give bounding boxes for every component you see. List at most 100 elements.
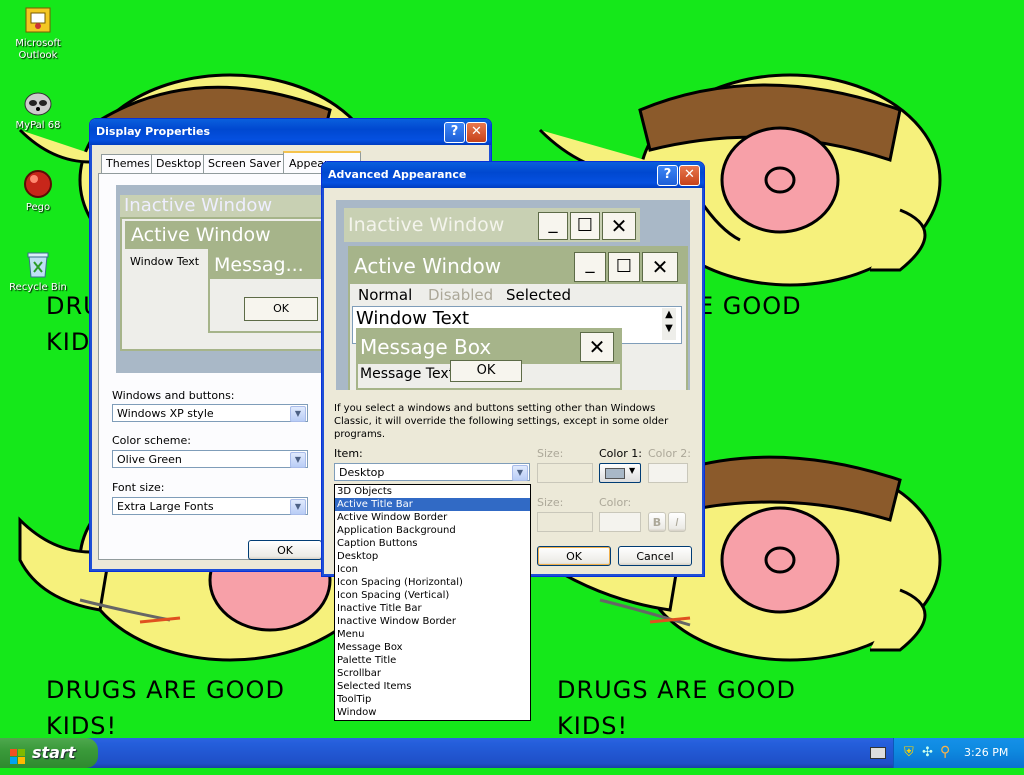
list-item[interactable]: Selected Items: [335, 680, 530, 693]
color-scheme-label: Color scheme:: [112, 434, 191, 447]
color1-label: Color 1:: [599, 447, 642, 460]
help-button[interactable]: ?: [657, 165, 678, 186]
info-text: If you select a windows and buttons sett…: [334, 403, 669, 440]
preview-ok-button: OK: [244, 297, 318, 321]
system-tray: ⛨ ✣ ⚲ 3:26 PM: [893, 738, 1024, 768]
desktop-icon-outlook[interactable]: Microsoft Outlook: [0, 4, 76, 62]
network-icon[interactable]: ✣: [922, 745, 933, 760]
desktop-icon-pego[interactable]: Pego: [0, 168, 76, 214]
advanced-preview: Inactive Window _ ☐ ✕ Active Window _ ☐ …: [336, 200, 690, 390]
color2-label: Color 2:: [648, 447, 691, 460]
color-scheme-select[interactable]: Olive Green ▼: [112, 450, 308, 468]
item-select[interactable]: Desktop ▼: [334, 463, 530, 481]
list-item[interactable]: ToolTip: [335, 693, 530, 706]
preview-menu-disabled: Disabled: [428, 286, 494, 304]
advanced-cancel-button[interactable]: Cancel: [618, 546, 692, 566]
list-item[interactable]: Caption Buttons: [335, 537, 530, 550]
font-color-label: Color:: [599, 496, 632, 509]
item-size-spinner[interactable]: [537, 463, 593, 483]
display-properties-titlebar[interactable]: Display Properties ? ✕: [90, 119, 491, 145]
list-item[interactable]: Application Background: [335, 524, 530, 537]
list-item[interactable]: Icon: [335, 563, 530, 576]
list-item[interactable]: Icon Spacing (Vertical): [335, 589, 530, 602]
desktop-icon-mypal[interactable]: MyPal 68: [0, 86, 76, 132]
close-icon: ✕: [642, 252, 678, 282]
close-button[interactable]: ✕: [466, 122, 487, 143]
desktop-icon-recycle-bin[interactable]: Recycle Bin: [0, 248, 76, 294]
wallpaper-text-bottom-right: DRUGS ARE GOOD KIDS!: [557, 676, 796, 740]
recycle-bin-icon: [22, 248, 54, 280]
font-size-label: Font size:: [112, 481, 165, 494]
display-ok-button[interactable]: OK: [248, 540, 322, 560]
wallpaper-text-bottom-left: DRUGS ARE GOOD KIDS!: [46, 676, 285, 740]
close-icon: ✕: [580, 332, 614, 362]
taskbar: start ⛨ ✣ ⚲ 3:26 PM: [0, 738, 1024, 768]
chevron-down-icon: ▼: [629, 466, 636, 475]
list-item[interactable]: Scrollbar: [335, 667, 530, 680]
color2-button[interactable]: [648, 463, 688, 483]
font-size-label: Size:: [537, 496, 564, 509]
minimize-icon: _: [538, 212, 568, 240]
tab-screen-saver[interactable]: Screen Saver: [203, 154, 286, 173]
windows-logo-icon: [10, 745, 26, 764]
list-item[interactable]: Active Window Border: [335, 511, 530, 524]
preview-message-box: Messag...: [210, 251, 326, 279]
color-swatch: [605, 468, 625, 479]
preview-window-text: Window Text: [130, 255, 200, 268]
list-item[interactable]: Palette Title: [335, 654, 530, 667]
list-item[interactable]: Menu: [335, 628, 530, 641]
chevron-down-icon: ▼: [290, 499, 306, 515]
list-item[interactable]: Inactive Title Bar: [335, 602, 530, 615]
mypal-raccoon-icon: [22, 86, 54, 118]
pego-icon: [22, 168, 54, 200]
color1-button[interactable]: ▼: [599, 463, 641, 483]
appearance-preview: Inactive Window Active Window Window Tex…: [116, 185, 326, 373]
outlook-icon: [22, 4, 54, 36]
font-size-select[interactable]: [537, 512, 593, 532]
keyboard-icon[interactable]: [870, 747, 886, 759]
wallpaper-text-partial-right: E GOOD: [698, 292, 802, 320]
security-shield-icon[interactable]: ⛨: [904, 745, 914, 760]
close-button[interactable]: ✕: [679, 165, 700, 186]
preview-menu-selected: Selected: [506, 286, 572, 304]
maximize-icon: ☐: [608, 252, 640, 282]
clock[interactable]: 3:26 PM: [964, 746, 1008, 759]
close-icon: ✕: [602, 212, 636, 240]
item-label: Item:: [334, 447, 363, 460]
preview-menu-normal: Normal: [358, 286, 413, 304]
preview-inactive-window: Inactive Window: [120, 195, 324, 217]
advanced-appearance-titlebar[interactable]: Advanced Appearance ? ✕: [322, 162, 704, 188]
help-button[interactable]: ?: [444, 122, 465, 143]
list-item[interactable]: Active Title Bar: [335, 498, 530, 511]
list-item[interactable]: 3D Objects: [335, 485, 530, 498]
preview-message-text: Message Text: [360, 366, 455, 382]
list-item[interactable]: Icon Spacing (Horizontal): [335, 576, 530, 589]
start-button[interactable]: start: [0, 738, 98, 768]
list-item[interactable]: Inactive Window Border: [335, 615, 530, 628]
chevron-down-icon: ▼: [290, 452, 306, 468]
preview-scrollbar: ▲ ▼: [662, 308, 676, 340]
italic-button[interactable]: I: [668, 512, 686, 532]
preview-active-window: Active Window: [125, 221, 326, 249]
item-size-label: Size:: [537, 447, 564, 460]
preview-inactive-window: Inactive Window: [348, 214, 505, 236]
font-size-select[interactable]: Extra Large Fonts ▼: [112, 497, 308, 515]
chevron-down-icon: ▼: [512, 465, 528, 481]
bold-button[interactable]: B: [648, 512, 666, 532]
tab-themes[interactable]: Themes: [101, 154, 155, 173]
list-item[interactable]: Desktop: [335, 550, 530, 563]
chevron-down-icon: ▼: [290, 406, 306, 422]
minimize-icon: _: [574, 252, 606, 282]
font-color-button[interactable]: [599, 512, 641, 532]
maximize-icon: ☐: [570, 212, 600, 240]
windows-buttons-select[interactable]: Windows XP style ▼: [112, 404, 308, 422]
tab-desktop[interactable]: Desktop: [151, 154, 207, 173]
search-icon[interactable]: ⚲: [940, 744, 950, 760]
advanced-ok-button[interactable]: OK: [537, 546, 611, 566]
preview-ok-button: OK: [450, 360, 522, 382]
preview-window-text: Window Text: [356, 308, 470, 329]
windows-buttons-label: Windows and buttons:: [112, 389, 235, 402]
item-dropdown-list: 3D Objects Active Title Bar Active Window …: [334, 484, 531, 721]
list-item[interactable]: Window: [335, 706, 530, 719]
list-item[interactable]: Message Box: [335, 641, 530, 654]
